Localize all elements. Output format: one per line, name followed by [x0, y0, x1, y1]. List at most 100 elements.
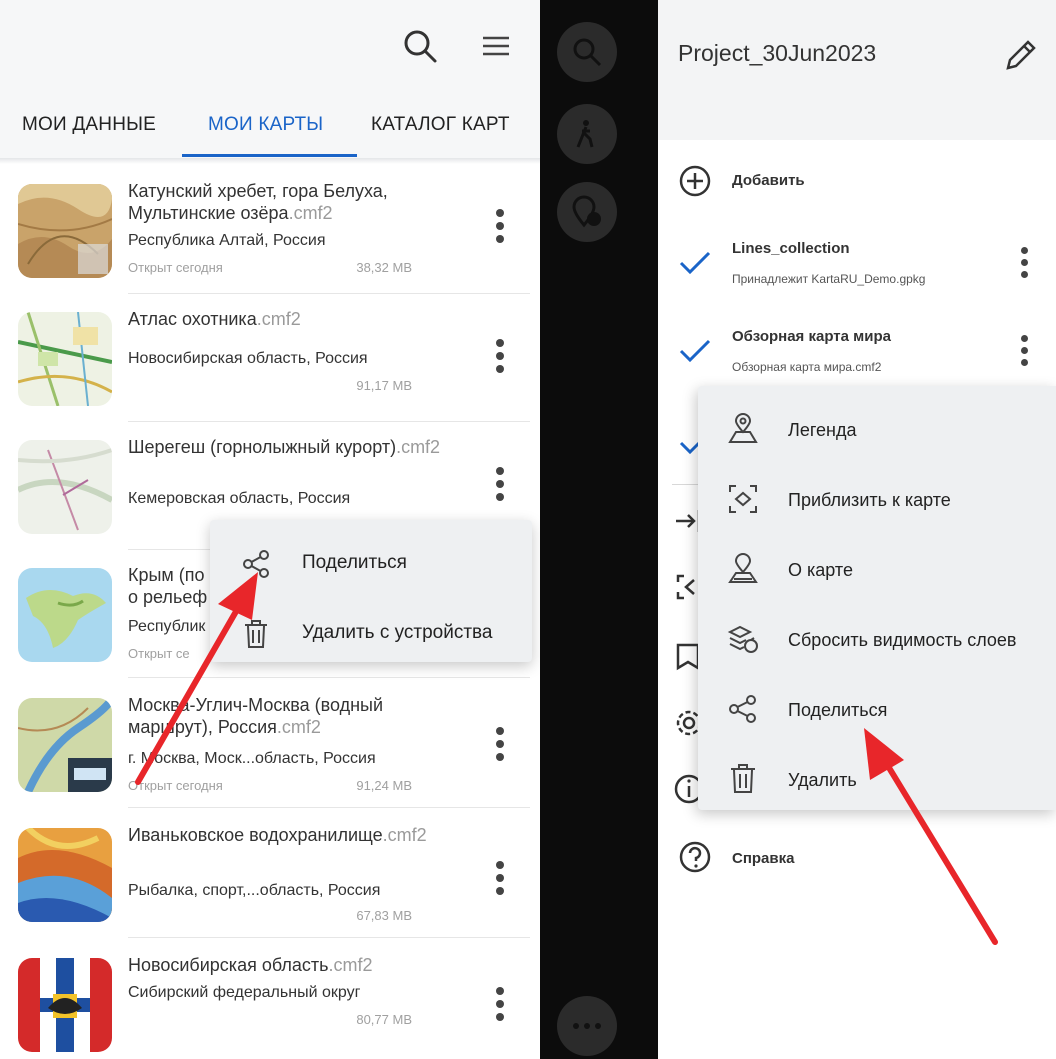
map-thumbnail — [18, 184, 112, 278]
list-item[interactable]: Москва-Углич-Москва (водный маршрут), Ро… — [0, 680, 540, 808]
map-size: 67,83 MB — [356, 908, 412, 923]
layers-reset-icon — [726, 622, 760, 656]
map-thumbnail — [18, 828, 112, 922]
list-item[interactable]: Атлас охотника.cmf2 Новосибирская област… — [0, 294, 540, 422]
checkmark-icon[interactable] — [678, 336, 712, 366]
layer-source: Принадлежит KartaRU_Demo.gpkg — [732, 272, 926, 286]
add-circle-icon — [678, 164, 712, 198]
menu-item-label: Сбросить видимость слоев — [788, 630, 1017, 650]
search-icon[interactable] — [396, 22, 444, 70]
map-region: г. Москва, Моск...область, Россия — [128, 750, 376, 767]
map-size: 91,17 MB — [356, 378, 412, 393]
project-title: Project_30Jun2023 — [678, 40, 877, 66]
layer-context-menu: Легенда Приблизить к карте О карте Сброс… — [698, 386, 1056, 810]
more-options-icon[interactable] — [490, 982, 510, 1026]
map-region: Кемеровская область, Россия — [128, 490, 351, 507]
more-options-icon[interactable] — [490, 334, 510, 378]
map-info-icon — [726, 552, 760, 586]
route-hiker-button[interactable] — [557, 104, 617, 164]
menu-icon[interactable] — [472, 22, 520, 70]
menu-item-legend[interactable]: Легенда — [698, 394, 1056, 464]
add-place-button[interactable] — [557, 182, 617, 242]
map-region: Новосибирская область, Россия — [128, 350, 368, 367]
map-size: 80,77 MB — [356, 1012, 412, 1027]
map-opened: Открыт сегодня — [128, 778, 223, 793]
more-options-icon[interactable] — [490, 204, 510, 248]
add-label: Добавить — [732, 172, 805, 189]
map-search-button[interactable] — [557, 22, 617, 82]
more-options-icon[interactable] — [490, 462, 510, 506]
menu-item-reset-layers[interactable]: Сбросить видимость слоев — [698, 604, 1056, 674]
menu-item-share[interactable]: Поделиться — [698, 674, 1056, 744]
tabs-divider — [0, 158, 540, 164]
map-region: Республика Алтай, Россия — [128, 232, 326, 249]
share-icon — [726, 692, 760, 726]
share-icon — [240, 548, 272, 580]
map-region: Рыбалка, спорт,...область, Россия — [128, 882, 381, 899]
layer-row[interactable]: Lines_collection Принадлежит KartaRU_Dem… — [658, 230, 1056, 300]
tab-bar: МОИ ДАННЫЕ МОИ КАРТЫ КАТАЛОГ КАРТ — [0, 100, 540, 158]
map-thumbnail — [18, 568, 112, 662]
menu-item-label: Поделиться — [788, 700, 888, 720]
menu-item-label: Легенда — [788, 420, 857, 440]
tab-my-maps[interactable]: МОИ КАРТЫ — [208, 114, 323, 136]
map-opened: Открыт сегодня — [128, 260, 223, 275]
map-title: Атлас охотника.cmf2 — [128, 309, 301, 329]
menu-item-delete[interactable]: Удалить — [698, 744, 1056, 814]
checkmark-icon[interactable] — [678, 248, 712, 278]
item-context-menu: Поделиться Удалить с устройства — [210, 520, 532, 662]
list-item[interactable]: Иваньковское водохранилище.cmf2 Рыбалка,… — [0, 810, 540, 938]
project-panel: Project_30Jun2023 Добавить Lines_collect… — [658, 0, 1056, 1059]
help-icon — [678, 840, 712, 874]
map-region: Республик — [128, 618, 206, 635]
map-title: Катунский хребет, гора Белуха, Мультинск… — [128, 181, 388, 223]
list-item[interactable]: Катунский хребет, гора Белуха, Мультинск… — [0, 166, 540, 294]
menu-item-label: Удалить — [788, 770, 857, 790]
add-layer-row[interactable]: Добавить — [658, 160, 1056, 200]
menu-item-label: Удалить с устройства — [302, 622, 493, 643]
menu-item-label: О карте — [788, 560, 853, 580]
map-thumbnail — [18, 440, 112, 534]
menu-item-delete-from-device[interactable]: Удалить с устройства — [210, 606, 532, 662]
map-title: Иваньковское водохранилище.cmf2 — [128, 825, 427, 845]
map-size: 38,32 MB — [356, 260, 412, 275]
help-label: Справка — [732, 850, 795, 867]
legend-map-icon — [726, 412, 760, 446]
layer-row[interactable]: Обзорная карта мира Обзорная карта мира.… — [658, 318, 1056, 388]
map-size: 91,24 MB — [356, 778, 412, 793]
layer-source: Обзорная карта мира.cmf2 — [732, 360, 882, 374]
map-title: Новосибирская область.cmf2 — [128, 955, 373, 975]
project-header — [658, 0, 1056, 140]
more-options-icon[interactable] — [490, 722, 510, 766]
more-button[interactable] — [557, 996, 617, 1056]
menu-item-label: Поделиться — [302, 552, 407, 573]
tab-my-data[interactable]: МОИ ДАННЫЕ — [22, 114, 156, 136]
help-row[interactable]: Справка — [658, 836, 1056, 880]
zoom-to-extent-icon — [726, 482, 760, 516]
map-background-strip — [540, 0, 658, 1059]
map-region: Сибирский федеральный округ — [128, 984, 361, 1001]
menu-item-about-map[interactable]: О карте — [698, 534, 1056, 604]
map-thumbnail — [18, 698, 112, 792]
tab-map-catalog[interactable]: КАТАЛОГ КАРТ — [371, 114, 510, 136]
map-thumbnail — [18, 958, 112, 1052]
map-opened: Открыт се — [128, 646, 190, 661]
trash-icon — [726, 762, 760, 796]
trash-icon — [240, 618, 272, 650]
my-maps-panel: МОИ ДАННЫЕ МОИ КАРТЫ КАТАЛОГ КАРТ Катунс… — [0, 0, 540, 1059]
layer-name: Lines_collection — [732, 240, 850, 257]
map-title: Москва-Углич-Москва (водный маршрут), Ро… — [128, 695, 384, 737]
list-item[interactable]: Новосибирская область.cmf2 Сибирский фед… — [0, 940, 540, 1059]
active-tab-indicator — [182, 154, 357, 157]
more-options-icon[interactable] — [1016, 240, 1032, 284]
map-title: Шерегеш (горнолыжный курорт).cmf2 — [128, 437, 441, 457]
map-thumbnail — [18, 312, 112, 406]
layer-name: Обзорная карта мира — [732, 328, 891, 345]
menu-item-share[interactable]: Поделиться — [210, 536, 532, 592]
more-options-icon[interactable] — [1016, 328, 1032, 372]
menu-item-zoom-to-map[interactable]: Приблизить к карте — [698, 464, 1056, 534]
pencil-icon[interactable] — [1000, 36, 1040, 76]
menu-item-label: Приблизить к карте — [788, 490, 951, 510]
top-app-bar — [0, 0, 540, 100]
more-options-icon[interactable] — [490, 856, 510, 900]
